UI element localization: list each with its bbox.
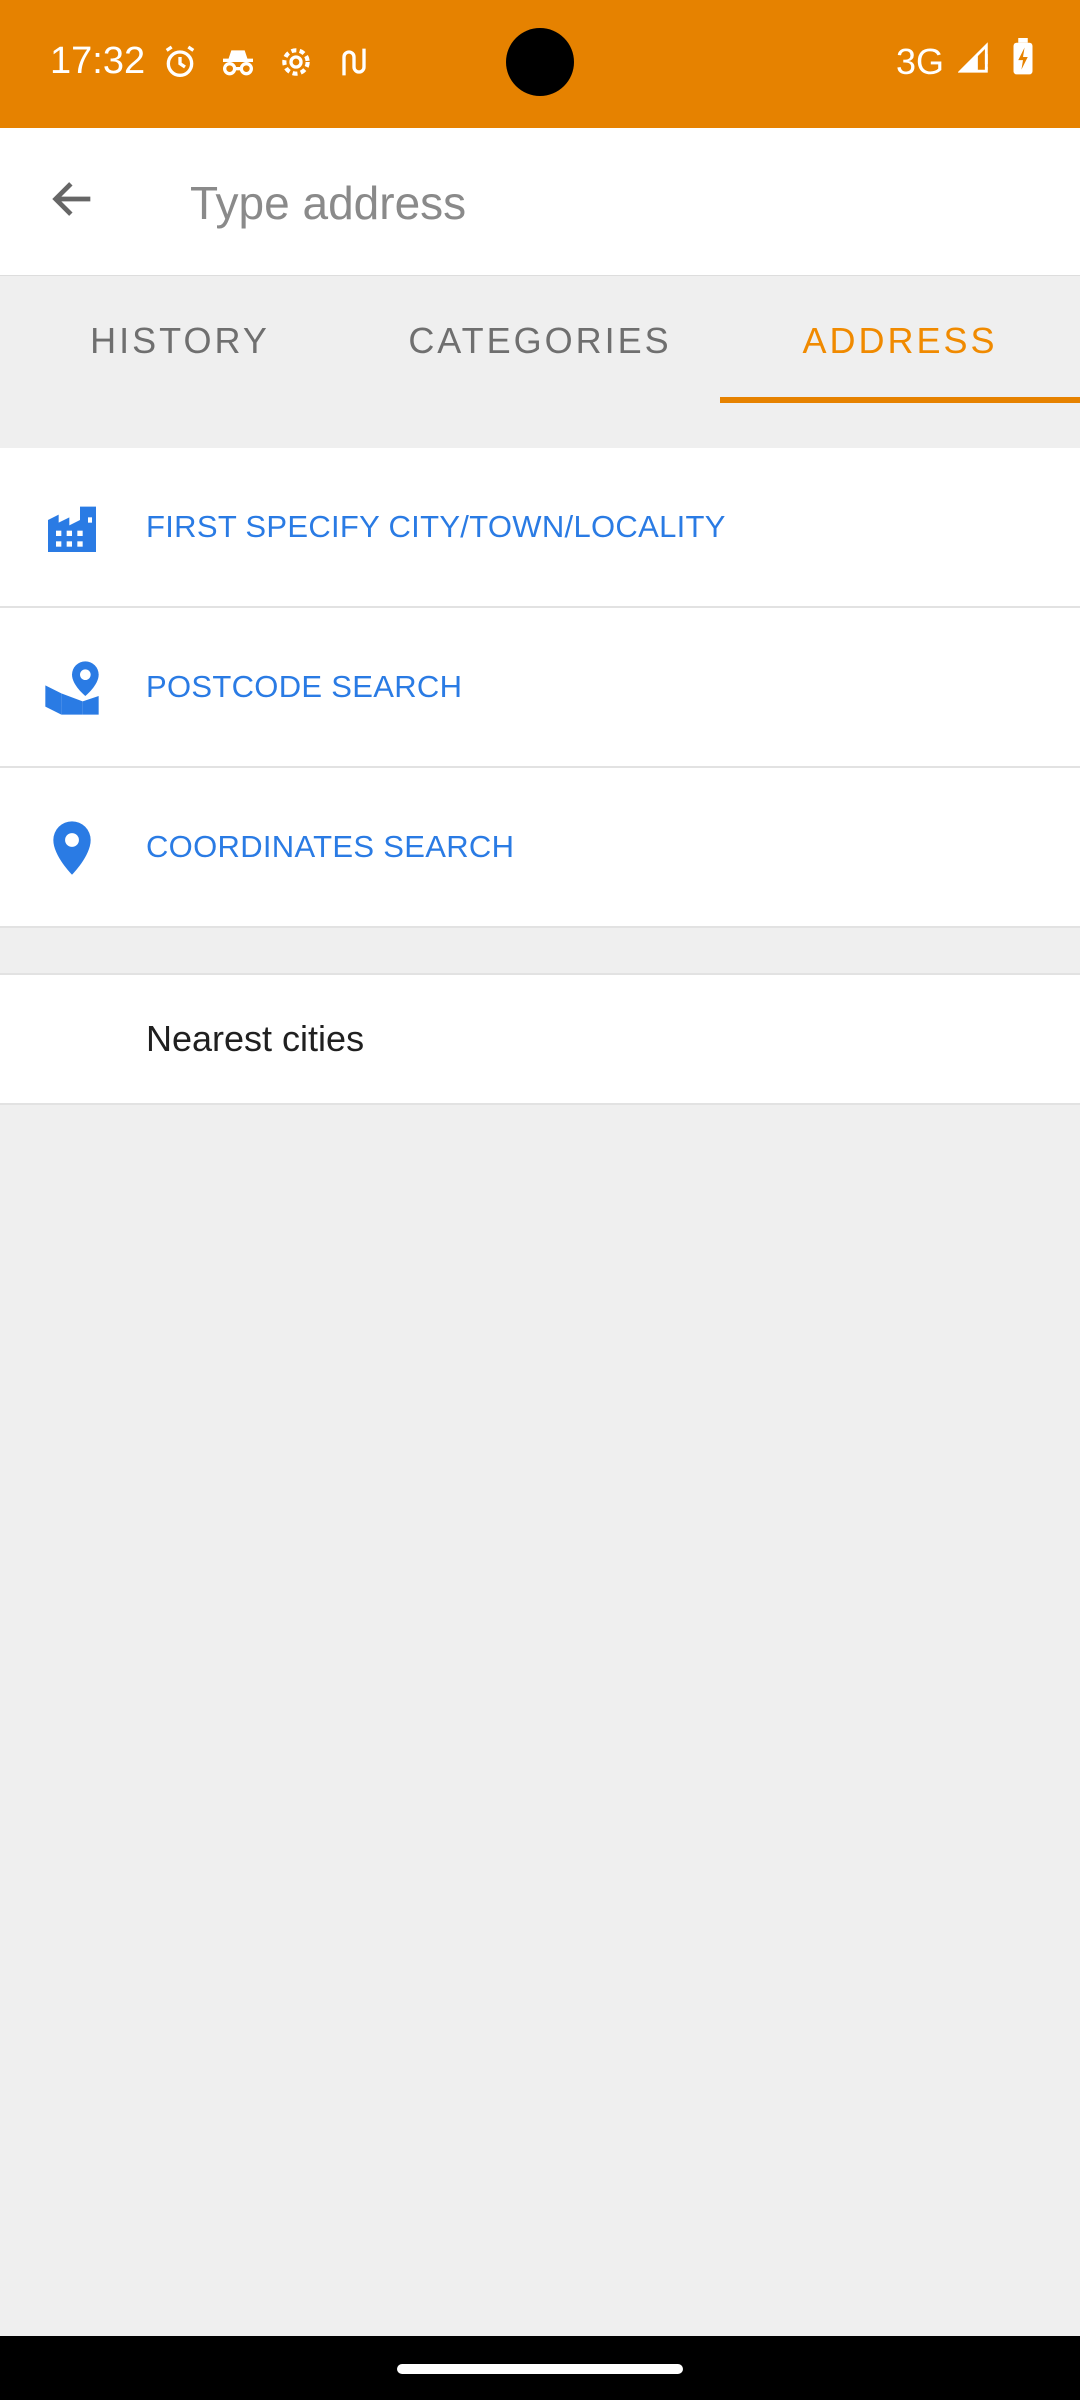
route-icon: [334, 42, 374, 87]
nearest-cities-row[interactable]: Nearest cities: [0, 973, 1080, 1105]
back-button[interactable]: [0, 128, 146, 275]
tab-history-label: HISTORY: [90, 319, 270, 361]
address-search-input[interactable]: [188, 128, 1072, 277]
status-bar: 17:32 3G: [0, 0, 1080, 128]
tab-bar: HISTORY CATEGORIES ADDRESS: [0, 278, 1080, 403]
address-options-list: FIRST SPECIFY CITY/TOWN/LOCALITY POSTCOD…: [0, 448, 1080, 928]
postcode-map-icon: [40, 656, 104, 720]
tab-categories-label: CATEGORIES: [408, 319, 672, 361]
settings-icon: [276, 42, 316, 87]
city-icon: [40, 496, 104, 560]
option-city-search[interactable]: FIRST SPECIFY CITY/TOWN/LOCALITY: [0, 448, 1080, 608]
arrow-back-icon: [47, 173, 99, 230]
tab-history[interactable]: HISTORY: [0, 278, 360, 403]
nearest-cities-label: Nearest cities: [146, 1018, 365, 1059]
battery-charging-icon: [1006, 38, 1040, 85]
status-icons: [160, 42, 374, 87]
tab-address[interactable]: ADDRESS: [720, 278, 1080, 403]
navigation-bar: [0, 2336, 1080, 2400]
option-coordinates-search-label: COORDINATES SEARCH: [146, 829, 515, 864]
option-postcode-search[interactable]: POSTCODE SEARCH: [0, 608, 1080, 768]
status-time: 17:32: [50, 40, 146, 82]
home-gesture-handle[interactable]: [397, 2364, 683, 2374]
tab-categories[interactable]: CATEGORIES: [360, 278, 720, 403]
camera-cutout: [506, 28, 574, 96]
tab-address-label: ADDRESS: [802, 319, 998, 361]
option-postcode-search-label: POSTCODE SEARCH: [146, 669, 463, 704]
location-pin-icon: [40, 816, 104, 880]
incognito-icon: [218, 42, 258, 87]
signal-icon: [957, 38, 992, 85]
alarm-icon: [160, 42, 200, 87]
network-type: 3G: [895, 40, 944, 82]
option-coordinates-search[interactable]: COORDINATES SEARCH: [0, 768, 1080, 928]
status-right: 3G: [896, 38, 1040, 85]
option-city-search-label: FIRST SPECIFY CITY/TOWN/LOCALITY: [146, 509, 726, 544]
search-bar: [0, 128, 1080, 277]
